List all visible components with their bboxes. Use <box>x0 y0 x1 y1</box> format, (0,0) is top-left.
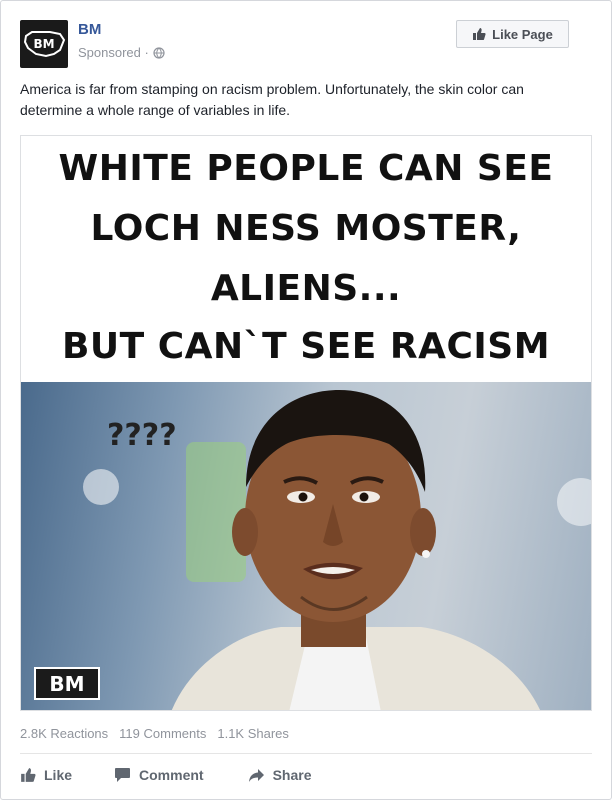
bm-map-logo-icon: BM <box>23 31 66 58</box>
svg-text:BM: BM <box>33 37 54 51</box>
post-actions-bar: Like Comment Share <box>20 763 592 787</box>
comments-count[interactable]: 119 Comments <box>119 726 206 741</box>
share-arrow-icon <box>248 768 264 782</box>
speech-bubble-icon <box>115 768 131 782</box>
globe-icon[interactable] <box>153 46 165 59</box>
sponsored-label[interactable]: Sponsored · <box>78 45 149 60</box>
post-image[interactable]: WHITE PEOPLE CAN SEE LOCH NESS MOSTER, A… <box>20 135 592 711</box>
thumbs-up-icon <box>473 28 486 40</box>
meme-photo: ???? BM <box>21 382 591 710</box>
meme-caption-line: BUT CAN`T SEE RACISM <box>61 326 551 367</box>
sponsored-post-card: BM BM Sponsored · Like Page America is f… <box>0 0 612 800</box>
actions-divider <box>20 753 592 754</box>
reactions-count[interactable]: 2.8K Reactions <box>20 726 108 741</box>
share-label: Share <box>272 767 312 783</box>
meme-caption-line: LOCH NESS MOSTER, <box>90 208 522 249</box>
comment-button[interactable]: Comment <box>114 763 204 787</box>
like-button[interactable]: Like <box>20 763 72 787</box>
share-button[interactable]: Share <box>248 763 312 787</box>
post-text: America is far from stamping on racism p… <box>20 81 524 118</box>
like-label: Like <box>44 767 73 783</box>
sponsored-meta: Sponsored · <box>78 45 165 60</box>
question-marks: ???? <box>107 418 177 453</box>
meme-caption-area: WHITE PEOPLE CAN SEE LOCH NESS MOSTER, A… <box>21 136 591 382</box>
meme-caption-line: WHITE PEOPLE CAN SEE <box>58 148 554 189</box>
bm-watermark-badge: BM <box>34 667 100 700</box>
meme-caption-line: ALIENS... <box>210 268 402 309</box>
engagement-stats: 2.8K Reactions 119 Comments 1.1K Shares <box>20 726 289 741</box>
shares-count[interactable]: 1.1K Shares <box>217 726 289 741</box>
thumbs-up-icon <box>21 768 36 782</box>
like-page-button[interactable]: Like Page <box>456 20 569 48</box>
like-page-label: Like Page <box>492 26 553 42</box>
comment-label: Comment <box>139 767 204 783</box>
page-name-link[interactable]: BM <box>78 21 101 38</box>
page-avatar[interactable]: BM <box>20 20 68 68</box>
